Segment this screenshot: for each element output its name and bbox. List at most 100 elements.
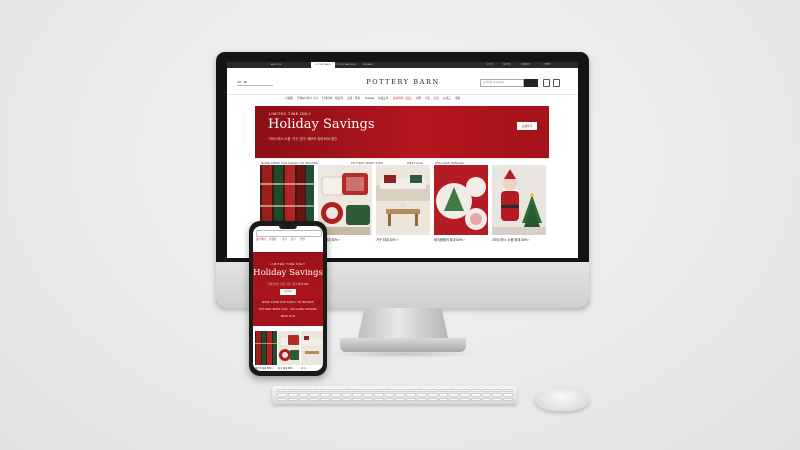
keyboard-key <box>470 389 481 393</box>
keyboard-key <box>298 393 309 397</box>
phone-search-bar[interactable] <box>256 230 322 237</box>
keyboard-key <box>470 397 481 401</box>
christmas-tree-plates-image <box>434 165 488 235</box>
category-tile-furniture[interactable] <box>376 165 430 235</box>
keyboard-key <box>384 389 395 393</box>
monitor-stand-base <box>340 338 466 352</box>
keyboard-key <box>309 389 320 393</box>
keyboard-key <box>417 389 427 393</box>
nav-item[interactable]: 브랜드 <box>443 96 451 100</box>
keyboard-key <box>309 393 320 397</box>
keyboard-key <box>330 397 341 401</box>
keyboard-key <box>373 397 384 401</box>
nav-item[interactable]: 세일 <box>416 96 421 100</box>
keyboard-key <box>330 393 341 397</box>
keyboard-key <box>363 393 373 397</box>
keyboard-key <box>320 397 330 401</box>
tile-caption[interactable]: 침구 최대 30% › <box>278 366 294 370</box>
nav-item[interactable]: 인테리어 <box>322 96 332 100</box>
search-input[interactable]: 검색어를 입력하세요 <box>480 79 524 87</box>
keyboard-key <box>384 397 395 401</box>
tile-caption[interactable]: 패브릭 최대 50% › <box>255 366 273 370</box>
nav-item[interactable]: 가구 <box>313 96 318 100</box>
banner-kicker: LIMITED TIME ONLY <box>269 112 312 116</box>
santa-decor-image <box>492 165 546 235</box>
keyboard-key <box>395 389 406 393</box>
keyboard-key <box>352 389 363 393</box>
shop-now-button[interactable]: 쇼핑하기 <box>517 122 537 130</box>
banner-kicker: LIMITED TIME ONLY <box>270 262 306 266</box>
nav-item[interactable]: Holiday <box>365 96 374 100</box>
nav-item-holiday-gift[interactable]: 홀리데이 기프트 <box>393 96 412 100</box>
mouse <box>535 389 589 411</box>
tile-caption[interactable]: 크리스마스 소품 최대 50% › <box>492 237 529 242</box>
country-selector[interactable]: KR · ₩ <box>237 79 273 86</box>
keyboard-key <box>481 397 492 401</box>
nav-item[interactable]: 아웃도어 <box>378 96 388 100</box>
nav-item[interactable]: 신상품 <box>285 96 293 100</box>
keyboard-key <box>277 393 287 397</box>
phone-brand-links: MORE FROM OUR FAMILY OF BRANDS POTTERY B… <box>253 298 323 326</box>
keyboard-key <box>427 393 438 397</box>
search-icon[interactable] <box>524 79 538 87</box>
keyboard-key <box>492 389 503 393</box>
keyboard-key <box>460 389 470 393</box>
nav-item[interactable]: 욕실 <box>355 96 360 100</box>
keyboard-key <box>460 397 470 401</box>
nav-item[interactable]: 키즈 <box>425 96 430 100</box>
nav-item[interactable]: 패브릭 <box>335 96 343 100</box>
keyboard-key <box>298 397 309 401</box>
phone-nav-item[interactable]: 주방 <box>300 237 305 241</box>
phone-tile-fabric[interactable] <box>255 331 277 365</box>
keyboard-key <box>503 389 513 393</box>
account-icon[interactable] <box>543 79 550 87</box>
keyboard-key <box>460 393 470 397</box>
keyboard-key <box>395 393 406 397</box>
keyboard-key <box>503 397 513 401</box>
tile-caption[interactable]: 가구 최대 30% › <box>376 237 398 242</box>
nav-item[interactable]: 틴즈 <box>434 96 439 100</box>
category-tile-tableware[interactable] <box>434 165 488 235</box>
brand-link[interactable]: POTTERY BARN KIDS · WILLIAMS SONOMA <box>253 309 323 311</box>
cart-icon[interactable] <box>553 79 560 87</box>
keyboard-key <box>287 389 298 393</box>
category-tile-decor[interactable] <box>492 165 546 235</box>
keyboard-key <box>352 397 363 401</box>
shop-now-button[interactable]: 쇼핑하기 <box>280 289 296 295</box>
tile-caption[interactable]: 가구 › <box>301 366 307 370</box>
keyboard-key <box>406 397 417 401</box>
phone-nav-item[interactable]: 홀리데이 <box>256 237 266 241</box>
keyboard-key <box>277 389 287 393</box>
phone-tile-furniture[interactable] <box>301 331 323 365</box>
site-logo[interactable]: POTTERY BARN <box>353 78 453 86</box>
phone-tile-bedding[interactable] <box>278 331 300 365</box>
tile-caption[interactable]: 테이블웨어 최대 50% › <box>434 237 465 242</box>
brand-link-label: MORE FROM OUR FAMILY OF BRANDS <box>262 302 314 304</box>
phone-nav-item[interactable]: 신상품 <box>269 237 276 241</box>
keyboard-key <box>481 389 492 393</box>
living-room-image <box>376 165 430 235</box>
keyboard-key <box>320 393 330 397</box>
category-tile-bedding[interactable] <box>318 165 372 235</box>
keyboard-key <box>481 393 492 397</box>
nav-item[interactable]: 매장 <box>455 96 460 100</box>
keyboard-key <box>363 389 373 393</box>
brand-link[interactable]: WEST ELM <box>253 316 323 318</box>
keyboard-key <box>406 389 417 393</box>
phone-nav-item[interactable]: 가구 <box>282 237 287 241</box>
banner-title: Holiday Savings <box>268 117 375 132</box>
keyboard-key <box>503 393 513 397</box>
keyboard-key <box>384 393 395 397</box>
monitor-stand <box>357 308 449 342</box>
keyboard-key <box>363 397 373 401</box>
phone-nav-item[interactable]: 침구 <box>291 237 296 241</box>
nav-item[interactable]: 주방&다이닝 <box>297 96 312 100</box>
hero-banner[interactable]: LIMITED TIME ONLY Holiday Savings 크리스마스 … <box>255 106 549 158</box>
keyboard-key <box>492 393 503 397</box>
keyboard-key <box>417 393 427 397</box>
phone-screen: 홀리데이 신상품 가구 침구 주방 LIMITED TIME ONLY Holi… <box>253 226 323 371</box>
nav-item[interactable]: 조명 <box>347 96 352 100</box>
main-nav: 신상품 주방&다이닝 가구 인테리어 패브릭 조명 욕실 Holiday 아웃도… <box>227 94 578 104</box>
banner-subtitle: 크리스마스 소품, 가구, 침구 최대 50% <box>267 283 309 286</box>
living-room-image <box>301 331 323 365</box>
